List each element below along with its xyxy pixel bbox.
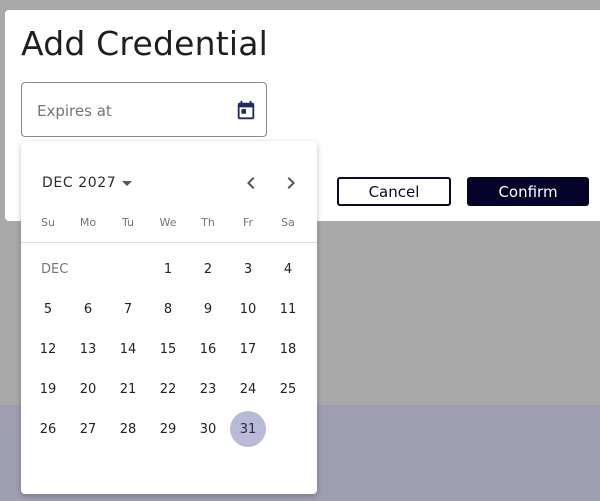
chevron-left-icon[interactable]	[239, 171, 263, 195]
day-cell[interactable]: 17	[230, 331, 266, 367]
weekday-label: Mo	[79, 216, 97, 229]
day-cell[interactable]: 10	[230, 291, 266, 327]
weekday-label: We	[159, 216, 177, 229]
day-grid: 1 2 3 4 5 6 7 8 9 10 11 12 13 14 15 16 17 18 19 20 21 22 23 24 2…	[28, 249, 308, 489]
day-cell[interactable]: 11	[270, 291, 306, 327]
day-cell[interactable]: 18	[270, 331, 306, 367]
day-cell[interactable]: 12	[30, 331, 66, 367]
confirm-button[interactable]: Confirm	[467, 177, 589, 206]
day-cell[interactable]: 20	[70, 371, 106, 407]
weekday-label: Th	[201, 216, 215, 229]
day-cell[interactable]: 15	[150, 331, 186, 367]
caret-down-icon	[122, 180, 133, 186]
expires-at-field[interactable]	[21, 82, 267, 137]
day-cell[interactable]: 22	[150, 371, 186, 407]
day-cell[interactable]: 5	[30, 291, 66, 327]
day-cell-selected[interactable]: 31	[230, 411, 266, 447]
expires-at-input[interactable]	[37, 100, 227, 122]
weekday-label: Fr	[242, 216, 254, 229]
day-cell[interactable]: 9	[190, 291, 226, 327]
weekday-label: Tu	[121, 216, 135, 229]
weekday-header: Su Mo Tu We Th Fr Sa	[28, 216, 308, 234]
day-cell[interactable]: 19	[30, 371, 66, 407]
dialog-title: Add Credential	[21, 24, 269, 63]
day-cell[interactable]: 6	[70, 291, 106, 327]
day-cell[interactable]: 13	[70, 331, 106, 367]
chevron-right-icon[interactable]	[279, 171, 303, 195]
divider	[21, 242, 317, 243]
day-cell[interactable]: 24	[230, 371, 266, 407]
day-cell[interactable]: 16	[190, 331, 226, 367]
day-cell[interactable]: 23	[190, 371, 226, 407]
datepicker-popup: DEC 2027 Su Mo Tu We Th Fr Sa DEC 1 2 3 4 5 6 7 8 9 10 1…	[21, 141, 317, 494]
day-cell[interactable]: 28	[110, 411, 146, 447]
weekday-label: Su	[41, 216, 55, 229]
day-cell[interactable]: 30	[190, 411, 226, 447]
day-cell[interactable]: 3	[230, 251, 266, 287]
day-cell[interactable]: 8	[150, 291, 186, 327]
day-cell[interactable]: 1	[150, 251, 186, 287]
day-cell[interactable]: 26	[30, 411, 66, 447]
weekday-label: Sa	[281, 216, 295, 229]
day-cell[interactable]: 7	[110, 291, 146, 327]
day-cell[interactable]: 27	[70, 411, 106, 447]
day-cell[interactable]: 29	[150, 411, 186, 447]
cancel-button[interactable]: Cancel	[337, 177, 451, 206]
month-year-selector[interactable]: DEC 2027	[42, 172, 133, 194]
day-cell[interactable]: 2	[190, 251, 226, 287]
day-cell[interactable]: 14	[110, 331, 146, 367]
calendar-icon[interactable]	[235, 100, 257, 122]
day-cell[interactable]: 25	[270, 371, 306, 407]
day-cell[interactable]: 21	[110, 371, 146, 407]
period-label: DEC 2027	[42, 175, 117, 191]
day-cell[interactable]: 4	[270, 251, 306, 287]
